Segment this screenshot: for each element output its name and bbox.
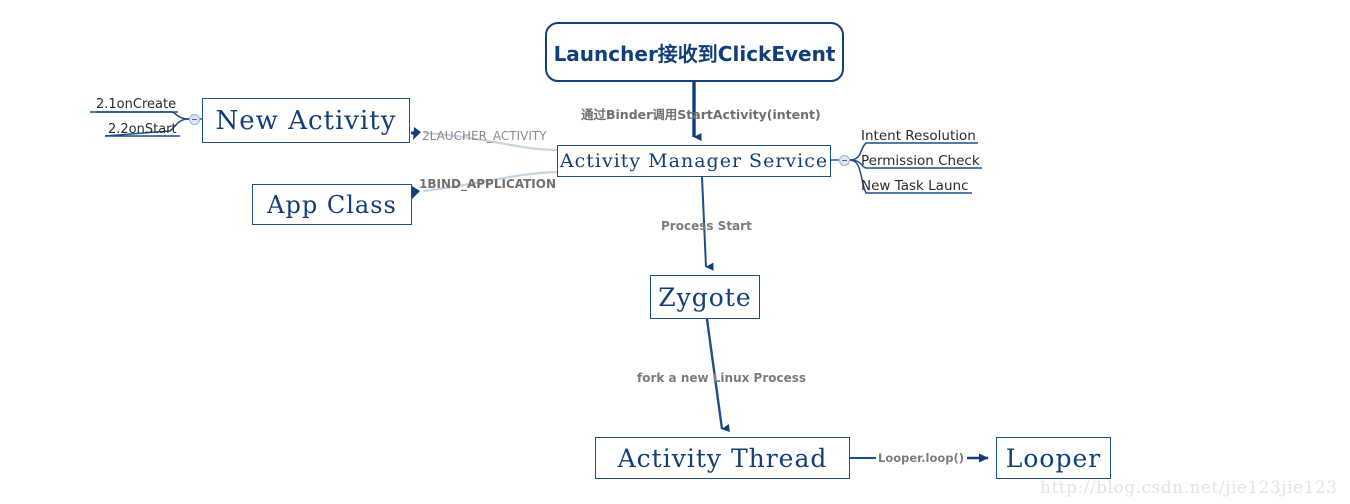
node-looper[interactable]: Looper [996,437,1111,479]
collapse-minus-icon-left[interactable] [189,114,200,125]
edge-label-process-start: Process Start [661,219,752,233]
watermark: http://blog.csdn.net/jie123jie123 [1040,478,1338,498]
branch-label-new-task-launch[interactable]: New Task Launc [861,178,969,194]
node-launcher[interactable]: Launcher接收到ClickEvent [545,22,844,82]
diagram-canvas: Launcher接收到ClickEvent New Activity Activ… [0,0,1350,504]
branch-label-oncreate[interactable]: 2.1onCreate [96,97,176,112]
node-zygote[interactable]: Zygote [650,275,760,319]
edge-label-bind-application: 1BIND_APPLICATION [419,177,557,191]
edge-label-binder-call: 通过Binder调用StartActivity(intent) [581,107,821,122]
branch-label-permission-check[interactable]: Permission Check [861,153,980,169]
edge-label-fork-linux-process: fork a new Linux Process [637,371,807,385]
node-app-class[interactable]: App Class [252,184,412,225]
node-new-activity[interactable]: New Activity [202,98,410,143]
edge-label-laucher-activity: 2LAUCHER_ACTIVITY [422,129,547,143]
edge-label-looper-loop: Looper.loop() [878,451,965,465]
branch-label-onstart[interactable]: 2.2onStart [108,122,177,137]
node-activity-manager-service[interactable]: Activity Manager Service [557,145,831,177]
collapse-minus-icon-right[interactable] [839,155,850,166]
node-activity-thread[interactable]: Activity Thread [595,437,850,479]
branch-label-intent-resolution[interactable]: Intent Resolution [861,128,976,144]
